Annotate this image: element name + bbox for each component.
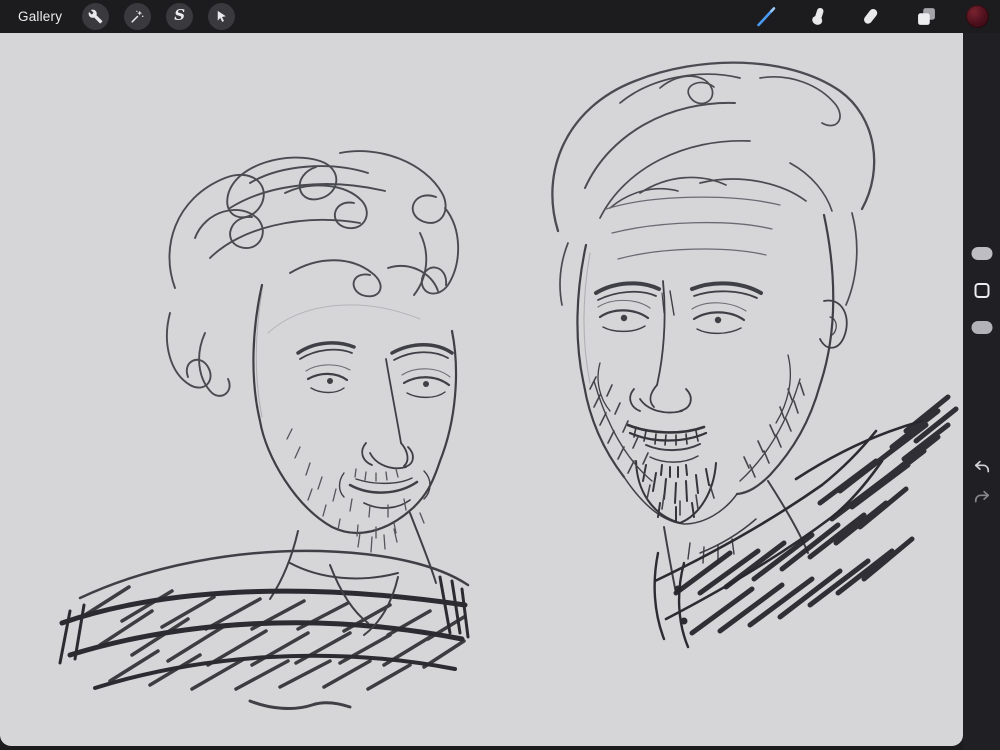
right-portrait-neck — [663, 480, 809, 594]
selection-button[interactable]: S — [166, 3, 194, 30]
canvas-artwork — [58, 61, 959, 710]
left-portrait-face — [252, 283, 458, 534]
stray-scribble — [248, 699, 352, 710]
gallery-button[interactable]: Gallery — [18, 9, 62, 24]
erase-button[interactable] — [858, 5, 882, 29]
left-portrait-nose — [361, 358, 414, 470]
toolbar-right-group — [754, 5, 989, 29]
left-portrait — [58, 150, 470, 710]
paintbrush-icon — [757, 6, 776, 26]
canvas[interactable] — [0, 33, 963, 746]
opacity-slider[interactable] — [971, 321, 992, 334]
left-portrait-brows — [296, 341, 454, 361]
right-portrait — [551, 61, 959, 649]
smudge-button[interactable] — [806, 5, 830, 29]
modify-button[interactable] — [974, 283, 989, 298]
right-portrait-face — [576, 213, 835, 525]
brush-button[interactable] — [754, 5, 778, 29]
left-portrait-neck — [269, 512, 437, 600]
right-portrait-forehead-lines — [605, 196, 781, 260]
right-portrait-cheek-line — [597, 362, 611, 412]
toolbar-left-group: Gallery S — [18, 3, 236, 30]
brush-size-slider[interactable] — [971, 247, 992, 260]
undo-arrow-icon — [974, 460, 989, 473]
procreate-app-window: Gallery S — [0, 0, 1000, 750]
redo-arrow-icon — [974, 490, 989, 503]
right-portrait-mustache-goatee — [626, 423, 717, 524]
left-portrait-eyes — [305, 364, 451, 399]
left-portrait-garment — [58, 549, 470, 691]
actions-button[interactable] — [82, 3, 110, 30]
top-toolbar: Gallery S — [0, 0, 1000, 33]
color-swatch[interactable] — [966, 5, 989, 28]
redo-button[interactable] — [971, 486, 993, 508]
left-portrait-hair — [166, 150, 460, 397]
selection-s-icon: S — [174, 6, 186, 24]
right-portrait-hair — [551, 61, 876, 306]
layers-button[interactable] — [914, 5, 938, 29]
eraser-icon — [863, 9, 877, 24]
transform-button[interactable] — [208, 3, 236, 30]
right-portrait-nose — [629, 280, 692, 414]
wrench-icon — [88, 9, 103, 24]
left-portrait-mouth — [338, 470, 431, 509]
adjustments-button[interactable] — [124, 3, 152, 30]
transform-cursor-icon — [217, 10, 227, 22]
side-toolbar — [963, 33, 1000, 750]
layers-icon — [917, 8, 935, 25]
magic-wand-icon — [131, 10, 144, 23]
smudge-finger-icon — [811, 7, 823, 25]
undo-button[interactable] — [971, 456, 993, 478]
